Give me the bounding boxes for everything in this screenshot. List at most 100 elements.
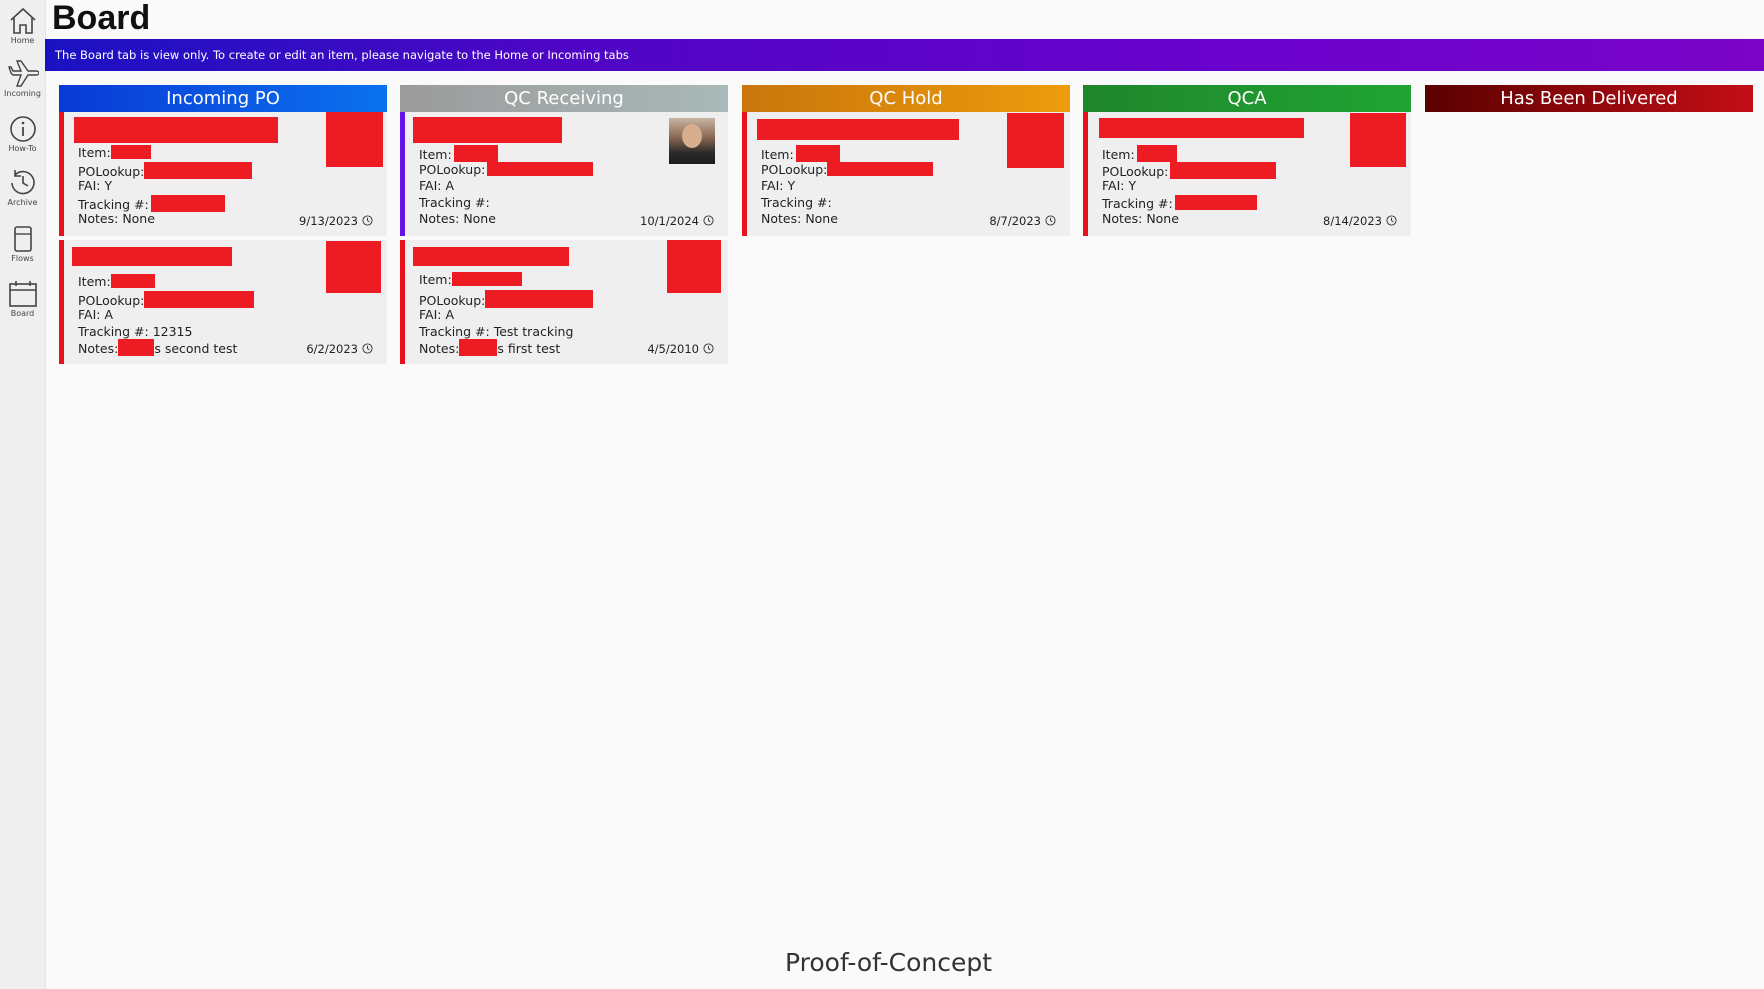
fai-label: FAI: (78, 307, 101, 322)
nav-home[interactable]: Home (0, 5, 45, 57)
notes-value: None (1146, 211, 1179, 226)
redacted-value (451, 272, 522, 286)
redacted-value (485, 290, 594, 308)
nav-label: Archive (7, 198, 38, 207)
item-label: Item: (419, 272, 452, 287)
redacted-title (757, 119, 959, 140)
fai-label: FAI: (761, 178, 784, 193)
date-value: 8/14/2023 (1323, 214, 1382, 228)
redacted-value (1174, 195, 1257, 210)
card-date: 8/14/2023 (1323, 214, 1397, 228)
column-incoming-po: Incoming PO Item: POLookup: FAI: Y Track… (59, 85, 387, 368)
fai-value: Y (787, 178, 796, 193)
column-qca: QCA Item: POLookup: FAI: Y Tracking #: N… (1083, 85, 1411, 240)
tracking-label: Tracking #: (78, 197, 149, 212)
polookup-label: POLookup: (1102, 164, 1169, 179)
card-date: 10/1/2024 (640, 214, 714, 228)
notes-label: Notes: (419, 341, 460, 356)
tracking-label: Tracking #: (419, 324, 490, 339)
fai-field: FAI: Y (78, 178, 112, 193)
page-title: Board (52, 0, 151, 37)
calendar-icon (8, 281, 37, 307)
item-label: Item: (78, 274, 111, 289)
polookup-label: POLookup: (419, 293, 486, 308)
history-icon (10, 170, 35, 195)
redacted-image (326, 241, 381, 293)
redacted-title (72, 247, 232, 266)
notes-value: None (805, 211, 838, 226)
redacted-value (144, 162, 253, 179)
nav-flows[interactable]: Flows (0, 223, 45, 275)
tracking-field: Tracking #: (78, 195, 225, 212)
avatar (669, 118, 715, 164)
tracking-label: Tracking #: (1102, 196, 1173, 211)
polookup-field: POLookup: (1102, 162, 1277, 179)
redacted-title (74, 117, 278, 143)
column-qc-hold: QC Hold Item: POLookup: FAI: Y Tracking … (742, 85, 1070, 240)
fai-field: FAI: Y (1102, 178, 1136, 193)
fai-value: A (445, 307, 455, 322)
board-card[interactable]: Item: POLookup: FAI: A Tracking #: Test … (400, 240, 728, 364)
polookup-field: POLookup: (78, 162, 253, 179)
notes-label: Notes: (78, 211, 119, 226)
card-date: 6/2/2023 (306, 342, 373, 356)
home-icon (9, 7, 36, 34)
redacted-value (1170, 162, 1277, 179)
fai-value: A (445, 178, 455, 193)
redacted-value (795, 145, 840, 162)
notes-label: Notes: (78, 341, 119, 356)
tracking-field: Tracking #: (1102, 195, 1257, 211)
fai-label: FAI: (78, 178, 101, 193)
item-label: Item: (1102, 147, 1135, 162)
nav-label: Board (10, 309, 35, 318)
fai-field: FAI: Y (761, 178, 795, 193)
polookup-label: POLookup: (78, 164, 145, 179)
redacted-title (413, 117, 562, 143)
item-field: Item: (761, 145, 840, 162)
date-value: 10/1/2024 (640, 214, 699, 228)
polookup-label: POLookup: (761, 162, 828, 177)
notes-field: Notes: None (419, 211, 496, 226)
polookup-field: POLookup: (78, 291, 255, 308)
clock-icon (1386, 215, 1397, 226)
column-header: QC Receiving (400, 85, 728, 112)
item-label: Item: (761, 147, 794, 162)
notes-field: Notes: None (1102, 211, 1179, 226)
redacted-image (1350, 113, 1406, 167)
notes-label: Notes: (1102, 211, 1143, 226)
board-card[interactable]: Item: POLookup: FAI: Y Tracking #: Notes… (742, 112, 1070, 236)
notebook-icon (13, 226, 32, 252)
nav-how-to[interactable]: How-To (0, 113, 45, 165)
redacted-title (1099, 118, 1304, 138)
clock-icon (362, 215, 373, 226)
notes-label: Notes: (419, 211, 460, 226)
board-card[interactable]: Item: POLookup: FAI: A Tracking #: Notes… (400, 112, 728, 236)
redacted-image (326, 112, 383, 167)
polookup-field: POLookup: (419, 290, 594, 308)
notes-value: None (463, 211, 496, 226)
tracking-label: Tracking #: (761, 195, 832, 210)
nav-label: How-To (8, 144, 37, 153)
redacted-image (667, 240, 721, 293)
board-card[interactable]: Item: POLookup: FAI: Y Tracking #: Notes… (1083, 112, 1411, 236)
item-field: Item: (78, 274, 155, 289)
board-card[interactable]: Item: POLookup: FAI: Y Tracking #: Notes… (59, 112, 387, 236)
item-field: Item: (419, 145, 498, 162)
board-card[interactable]: Item: POLookup: FAI: A Tracking #: 12315… (59, 240, 387, 364)
redacted-value (118, 339, 155, 356)
item-field: Item: (78, 145, 151, 160)
item-field: Item: (1102, 145, 1177, 162)
nav-archive[interactable]: Archive (0, 167, 45, 219)
fai-value: A (104, 307, 114, 322)
tracking-label: Tracking #: (78, 324, 149, 339)
notes-value: s first test (497, 341, 561, 356)
redacted-value (110, 274, 155, 288)
column-has-been-delivered: Has Been Delivered (1425, 85, 1753, 112)
nav-incoming[interactable]: Incoming (0, 58, 45, 110)
tracking-field: Tracking #: 12315 (78, 324, 192, 339)
item-label: Item: (78, 145, 111, 160)
redacted-value (150, 195, 225, 212)
nav-board[interactable]: Board (0, 278, 45, 330)
nav-label: Flows (11, 254, 34, 263)
clock-icon (1045, 215, 1056, 226)
